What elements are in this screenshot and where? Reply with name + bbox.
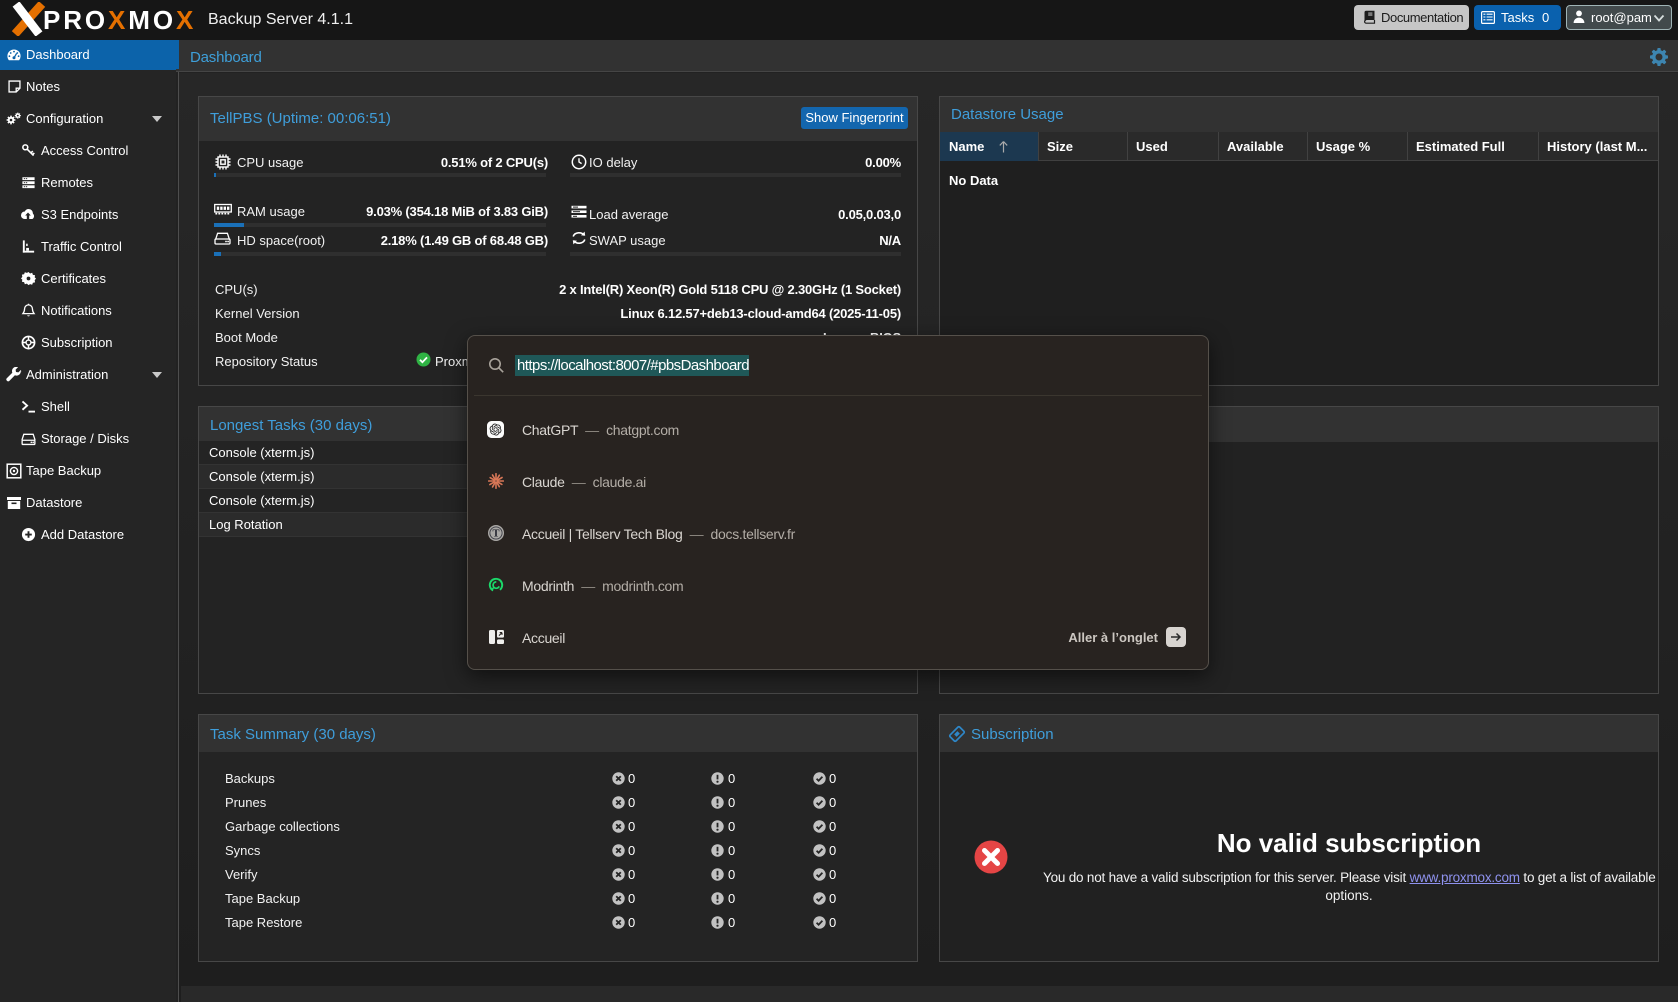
svg-text:T: T bbox=[492, 529, 499, 540]
